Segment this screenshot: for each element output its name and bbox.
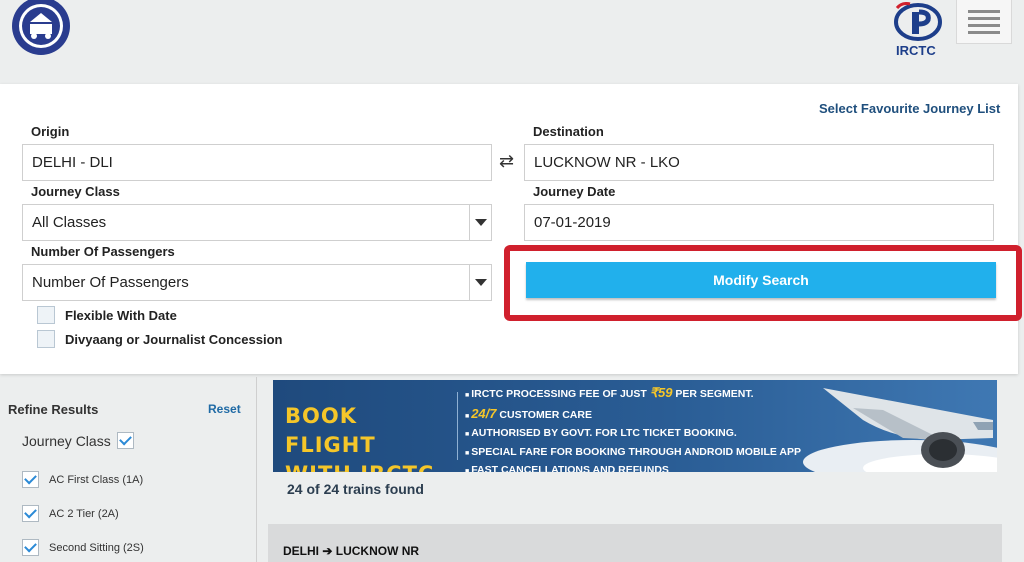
- hamburger-menu-icon[interactable]: [956, 0, 1012, 44]
- indian-railways-emblem-icon[interactable]: [10, 0, 74, 56]
- irctc-logo-text: IRCTC: [896, 43, 936, 58]
- route-to: LUCKNOW NR: [335, 544, 420, 558]
- trains-found-count: 24 of 24 trains found: [287, 481, 424, 497]
- journey-class-filter[interactable]: Journey Class: [22, 432, 134, 449]
- flexible-date-option[interactable]: Flexible With Date: [37, 306, 177, 324]
- airplane-icon: [803, 388, 997, 472]
- banner-headline-line1: BOOK FLIGHT: [285, 404, 376, 457]
- destination-input[interactable]: LUCKNOW NR - LKO: [524, 144, 994, 181]
- concession-checkbox[interactable]: [37, 330, 55, 348]
- destination-label: Destination: [533, 124, 604, 139]
- class-filter-checkbox[interactable]: [22, 505, 39, 522]
- reset-link[interactable]: Reset: [208, 402, 241, 416]
- journey-class-select[interactable]: All Classes: [22, 204, 492, 241]
- modify-search-button[interactable]: Modify Search: [526, 262, 996, 298]
- journey-class-filter-label: Journey Class: [22, 432, 111, 449]
- swap-arrows-icon[interactable]: ⇄: [499, 151, 514, 172]
- banner-point: SPECIAL FARE FOR BOOKING THROUGH ANDROID…: [465, 444, 801, 463]
- favourite-journey-link[interactable]: Select Favourite Journey List: [819, 101, 1000, 116]
- origin-input[interactable]: DELHI - DLI: [22, 144, 492, 181]
- concession-label: Divyaang or Journalist Concession: [65, 331, 283, 347]
- route-from: DELHI: [283, 544, 319, 558]
- banner-points: IRCTC PROCESSING FEE OF JUST ₹59 PER SEG…: [465, 384, 801, 472]
- banner-point: FAST CANCELLATIONS AND REFUNDS: [465, 462, 801, 472]
- refine-results-title: Refine Results: [8, 402, 99, 417]
- class-filter-checkbox[interactable]: [22, 539, 39, 556]
- class-filter-label: AC First Class (1A): [49, 473, 144, 486]
- concession-option[interactable]: Divyaang or Journalist Concession: [37, 330, 282, 348]
- banner-headline: BOOK FLIGHT WITH IRCTC: [285, 402, 455, 472]
- journey-date-input[interactable]: 07-01-2019: [524, 204, 994, 241]
- flexible-date-checkbox[interactable]: [37, 306, 55, 324]
- journey-class-value: All Classes: [32, 214, 107, 231]
- journey-class-label: Journey Class: [31, 184, 120, 199]
- banner-separator: [457, 392, 458, 460]
- flexible-date-label: Flexible With Date: [65, 307, 177, 323]
- banner-point: IRCTC PROCESSING FEE OF JUST ₹59 PER SEG…: [465, 384, 801, 405]
- irctc-logo[interactable]: IRCTC: [888, 2, 948, 58]
- class-filter-checkbox[interactable]: [22, 471, 39, 488]
- banner-point: 24/7 CUSTOMER CARE: [465, 405, 801, 426]
- sidebar-divider: [256, 377, 257, 562]
- class-filter-item[interactable]: Second Sitting (2S): [22, 539, 144, 556]
- class-filter-label: Second Sitting (2S): [49, 541, 144, 554]
- book-flight-banner[interactable]: BOOK FLIGHT WITH IRCTC IRCTC PROCESSING …: [273, 380, 997, 472]
- journey-date-label: Journey Date: [533, 184, 616, 199]
- class-filter-item[interactable]: AC 2 Tier (2A): [22, 505, 119, 522]
- origin-label: Origin: [31, 124, 70, 139]
- journey-class-filter-checkbox[interactable]: [116, 432, 134, 449]
- chevron-down-icon[interactable]: [469, 265, 491, 300]
- arrow-right-icon: ➔: [322, 544, 333, 558]
- route-text: DELHI ➔ LUCKNOW NR: [283, 544, 419, 558]
- chevron-down-icon[interactable]: [469, 205, 491, 240]
- banner-point: AUTHORISED BY GOVT. FOR LTC TICKET BOOKI…: [465, 425, 801, 444]
- passengers-label: Number Of Passengers: [31, 244, 175, 259]
- class-filter-item[interactable]: AC First Class (1A): [22, 471, 143, 488]
- passengers-select[interactable]: Number Of Passengers: [22, 264, 492, 301]
- class-filter-label: AC 2 Tier (2A): [49, 507, 119, 520]
- passengers-value: Number Of Passengers: [32, 274, 189, 291]
- banner-headline-line2: WITH IRCTC: [285, 460, 455, 472]
